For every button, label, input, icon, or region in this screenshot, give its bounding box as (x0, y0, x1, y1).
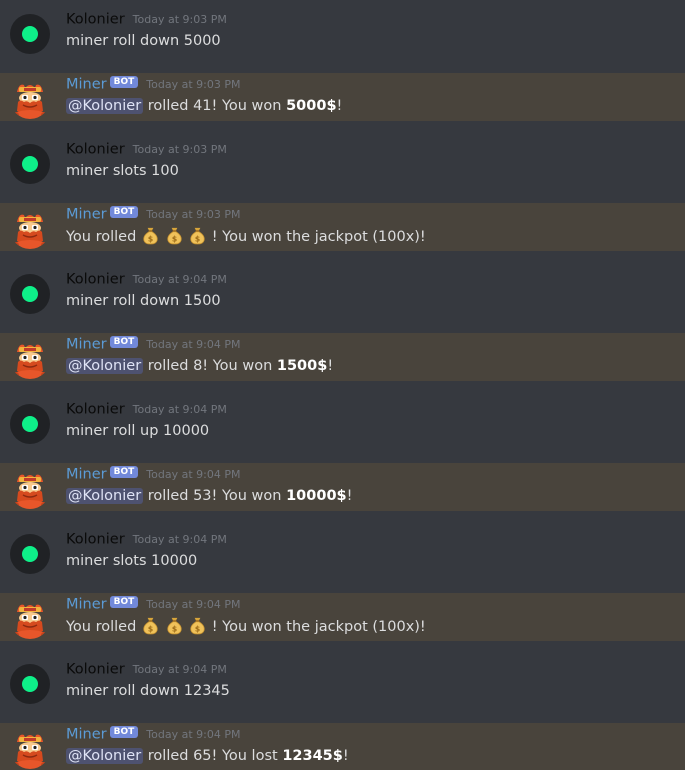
message-text: @Kolonier rolled 41! You won 5000$! (66, 98, 343, 114)
username[interactable]: Kolonier (66, 662, 125, 678)
message-header: Miner BOT Today at 9:04 PM (66, 724, 240, 744)
svg-text:$: $ (195, 234, 200, 243)
message-text: miner slots 10000 (66, 553, 198, 569)
bot-avatar[interactable] (10, 209, 50, 249)
user-avatar[interactable] (10, 404, 50, 444)
user-mention[interactable]: @Kolonier (66, 488, 144, 504)
amount: 10000$ (286, 488, 347, 504)
username[interactable]: Kolonier (66, 272, 125, 288)
timestamp: Today at 9:04 PM (132, 663, 227, 676)
bot-avatar[interactable] (10, 469, 50, 509)
timestamp: Today at 9:04 PM (146, 728, 241, 741)
message-header: Miner BOT Today at 9:04 PM (66, 334, 240, 354)
user-mention[interactable]: @Kolonier (66, 358, 144, 374)
username[interactable]: Kolonier (66, 532, 125, 548)
message-header: Kolonier Today at 9:04 PM (66, 269, 227, 289)
timestamp: Today at 9:04 PM (146, 338, 241, 351)
timestamp: Today at 9:04 PM (146, 598, 241, 611)
svg-text:$: $ (171, 624, 176, 633)
user-avatar[interactable] (10, 664, 50, 704)
user-mention[interactable]: @Kolonier (66, 748, 144, 764)
money-bag-icon: $ (188, 226, 207, 245)
message-header: Kolonier Today at 9:04 PM (66, 529, 227, 549)
bot-username[interactable]: Miner (66, 337, 107, 353)
message-header: Miner BOT Today at 9:04 PM (66, 594, 240, 614)
user-mention[interactable]: @Kolonier (66, 98, 144, 114)
message: Kolonier Today at 9:03 PM miner slots 100 (0, 138, 685, 186)
bot-message: Miner BOT Today at 9:03 PM You rolled $ $ … (0, 203, 685, 251)
money-bag-icon: $ (141, 226, 160, 245)
amount: 1500$ (276, 358, 328, 374)
timestamp: Today at 9:04 PM (132, 403, 227, 416)
bot-username[interactable]: Miner (66, 207, 107, 223)
message: Kolonier Today at 9:03 PM miner roll down… (0, 8, 685, 56)
bot-badge: BOT (109, 75, 139, 88)
bot-badge: BOT (109, 205, 139, 218)
bot-username[interactable]: Miner (66, 467, 107, 483)
message-text: You rolled $ $ $ ! You won the jackpot (… (66, 226, 426, 247)
message-text: miner roll down 5000 (66, 33, 221, 49)
message-text: @Kolonier rolled 65! You lost 12345$! (66, 748, 349, 764)
bot-avatar[interactable] (10, 599, 50, 639)
timestamp: Today at 9:03 PM (132, 13, 227, 26)
username[interactable]: Kolonier (66, 12, 125, 28)
message: Kolonier Today at 9:04 PM miner slots 100… (0, 528, 685, 576)
money-bag-icon: $ (141, 616, 160, 635)
message-header: Miner BOT Today at 9:03 PM (66, 74, 240, 94)
message-text: miner roll up 10000 (66, 423, 210, 439)
bot-message: Miner BOT Today at 9:04 PM @Kolonier rolle… (0, 333, 685, 381)
username[interactable]: Kolonier (66, 142, 125, 158)
money-bag-icon: $ (165, 616, 184, 635)
svg-text:$: $ (148, 234, 153, 243)
user-avatar[interactable] (10, 144, 50, 184)
message-text: miner roll down 1500 (66, 293, 221, 309)
message: Kolonier Today at 9:04 PM miner roll down… (0, 268, 685, 316)
bot-avatar[interactable] (10, 729, 50, 769)
message-header: Miner BOT Today at 9:03 PM (66, 204, 240, 224)
user-avatar[interactable] (10, 274, 50, 314)
message-header: Kolonier Today at 9:04 PM (66, 399, 227, 419)
username[interactable]: Kolonier (66, 402, 125, 418)
bot-message: Miner BOT Today at 9:04 PM You rolled $ $ … (0, 593, 685, 641)
user-avatar[interactable] (10, 14, 50, 54)
message-header: Miner BOT Today at 9:04 PM (66, 464, 240, 484)
bot-badge: BOT (109, 335, 139, 348)
message-text: @Kolonier rolled 53! You won 10000$! (66, 488, 353, 504)
timestamp: Today at 9:03 PM (146, 78, 241, 91)
bot-username[interactable]: Miner (66, 597, 107, 613)
svg-text:$: $ (171, 234, 176, 243)
timestamp: Today at 9:04 PM (132, 533, 227, 546)
message: Kolonier Today at 9:04 PM miner roll up 1… (0, 398, 685, 446)
svg-text:$: $ (195, 624, 200, 633)
money-bag-icon: $ (188, 616, 207, 635)
message: Kolonier Today at 9:04 PM miner roll down… (0, 658, 685, 706)
message-text: miner slots 100 (66, 163, 179, 179)
bot-username[interactable]: Miner (66, 727, 107, 743)
amount: 12345$ (282, 748, 343, 764)
amount: 5000$ (286, 98, 337, 114)
chat-messages: Kolonier Today at 9:03 PM miner roll down… (0, 0, 685, 770)
timestamp: Today at 9:03 PM (132, 143, 227, 156)
bot-badge: BOT (109, 725, 139, 738)
user-avatar[interactable] (10, 534, 50, 574)
bot-avatar[interactable] (10, 79, 50, 119)
message-text: You rolled $ $ $ ! You won the jackpot (… (66, 616, 426, 637)
bot-message: Miner BOT Today at 9:03 PM @Kolonier rolle… (0, 73, 685, 121)
bot-badge: BOT (109, 465, 139, 478)
bot-badge: BOT (109, 595, 139, 608)
message-text: miner roll down 12345 (66, 683, 230, 699)
message-header: Kolonier Today at 9:04 PM (66, 659, 227, 679)
svg-text:$: $ (148, 624, 153, 633)
bot-message: Miner BOT Today at 9:04 PM @Kolonier rolle… (0, 723, 685, 770)
message-header: Kolonier Today at 9:03 PM (66, 9, 227, 29)
bot-username[interactable]: Miner (66, 77, 107, 93)
message-header: Kolonier Today at 9:03 PM (66, 139, 227, 159)
message-text: @Kolonier rolled 8! You won 1500$! (66, 358, 334, 374)
money-bag-icon: $ (165, 226, 184, 245)
bot-message: Miner BOT Today at 9:04 PM @Kolonier rolle… (0, 463, 685, 511)
bot-avatar[interactable] (10, 339, 50, 379)
timestamp: Today at 9:03 PM (146, 208, 241, 221)
timestamp: Today at 9:04 PM (132, 273, 227, 286)
timestamp: Today at 9:04 PM (146, 468, 241, 481)
